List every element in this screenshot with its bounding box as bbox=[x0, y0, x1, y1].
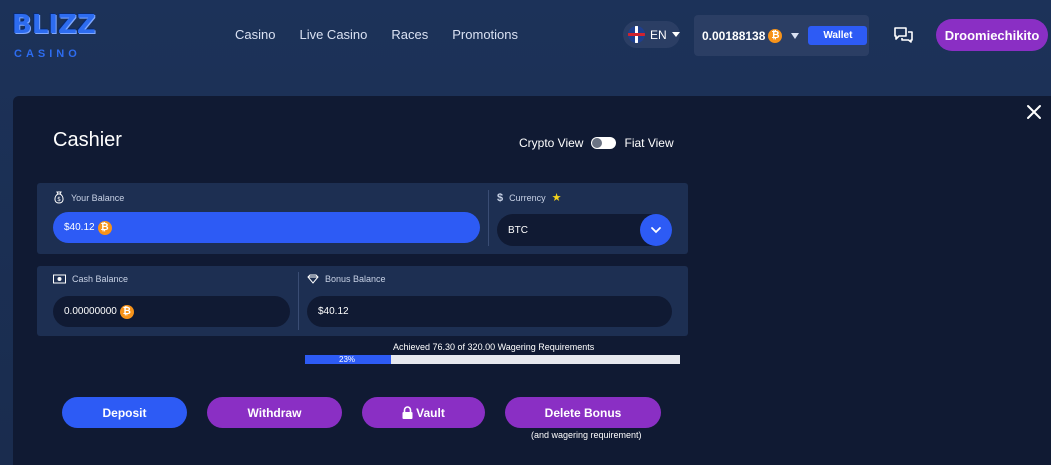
money-bag-icon: $ bbox=[54, 191, 64, 204]
bitcoin-icon: ₿ bbox=[768, 28, 783, 43]
wallet-button[interactable]: Wallet bbox=[808, 26, 868, 45]
your-balance-label: $ Your Balance bbox=[53, 191, 124, 204]
divider bbox=[298, 272, 299, 330]
wallet-summary: 0.00188138 ₿ Wallet bbox=[694, 15, 869, 56]
cash-balance-field: 0.00000000 ₿ bbox=[53, 296, 290, 327]
nav-promotions[interactable]: Promotions bbox=[452, 27, 518, 42]
top-header: BLIZZ CASINO Casino Live Casino Races Pr… bbox=[0, 0, 1051, 80]
svg-text:$: $ bbox=[57, 196, 61, 203]
diamond-icon bbox=[307, 274, 319, 284]
fiat-view-label: Fiat View bbox=[624, 136, 674, 150]
bonus-balance-field: $40.12 bbox=[307, 296, 672, 327]
chat-icon[interactable] bbox=[893, 26, 914, 44]
delete-bonus-button[interactable]: Delete Bonus bbox=[505, 397, 661, 428]
your-balance-field: $40.12 ₿ bbox=[53, 212, 480, 243]
caret-down-icon bbox=[671, 32, 680, 37]
wagering-text: Achieved 76.30 of 320.00 Wagering Requir… bbox=[393, 342, 595, 352]
vault-button[interactable]: Vault bbox=[362, 397, 485, 428]
currency-value: BTC bbox=[508, 224, 528, 236]
cashier-title: Cashier bbox=[53, 129, 122, 151]
cash-icon bbox=[53, 274, 66, 284]
language-code: EN bbox=[650, 27, 667, 42]
user-menu-button[interactable]: Droomiechikito bbox=[936, 19, 1048, 51]
chevron-down-icon bbox=[651, 227, 661, 234]
nav-casino[interactable]: Casino bbox=[235, 27, 275, 42]
lock-icon bbox=[402, 406, 413, 419]
cash-balance-label: Cash Balance bbox=[53, 274, 128, 284]
nav-races[interactable]: Races bbox=[391, 27, 428, 42]
delete-bonus-note: (and wagering requirement) bbox=[531, 430, 642, 440]
logo-wordmark: BLIZZ bbox=[12, 10, 96, 40]
bitcoin-icon: ₿ bbox=[97, 220, 112, 235]
language-selector[interactable]: EN bbox=[623, 21, 680, 48]
your-balance-value: $40.12 bbox=[64, 222, 95, 233]
wagering-percent: 23% bbox=[339, 355, 356, 364]
wagering-progress-bar bbox=[305, 355, 680, 364]
close-icon[interactable] bbox=[1025, 103, 1043, 121]
bonus-balance-label: Bonus Balance bbox=[307, 274, 386, 284]
dollar-icon: $ bbox=[497, 191, 504, 204]
view-toggle: Crypto View Fiat View bbox=[519, 136, 674, 150]
bitcoin-icon: ₿ bbox=[119, 304, 134, 319]
main-nav: Casino Live Casino Races Promotions bbox=[235, 27, 518, 42]
vault-label: Vault bbox=[416, 405, 445, 420]
currency-dropdown-button[interactable] bbox=[640, 214, 672, 246]
logo-subtitle: CASINO bbox=[14, 48, 81, 60]
currency-label: $ Currency ★ bbox=[497, 191, 562, 205]
bonus-balance-value: $40.12 bbox=[318, 306, 349, 317]
nav-live-casino[interactable]: Live Casino bbox=[299, 27, 367, 42]
divider bbox=[488, 190, 489, 246]
crypto-view-label: Crypto View bbox=[519, 136, 584, 150]
cash-balance-value: 0.00000000 bbox=[64, 306, 117, 317]
withdraw-button[interactable]: Withdraw bbox=[207, 397, 342, 428]
star-icon[interactable]: ★ bbox=[552, 191, 562, 204]
deposit-button[interactable]: Deposit bbox=[62, 397, 187, 428]
wallet-dropdown-icon[interactable] bbox=[791, 32, 800, 39]
wallet-balance: 0.00188138 bbox=[702, 28, 766, 43]
uk-flag-icon bbox=[628, 26, 645, 43]
view-switch[interactable] bbox=[591, 137, 617, 149]
blizz-casino-logo[interactable]: BLIZZ CASINO bbox=[12, 10, 102, 62]
